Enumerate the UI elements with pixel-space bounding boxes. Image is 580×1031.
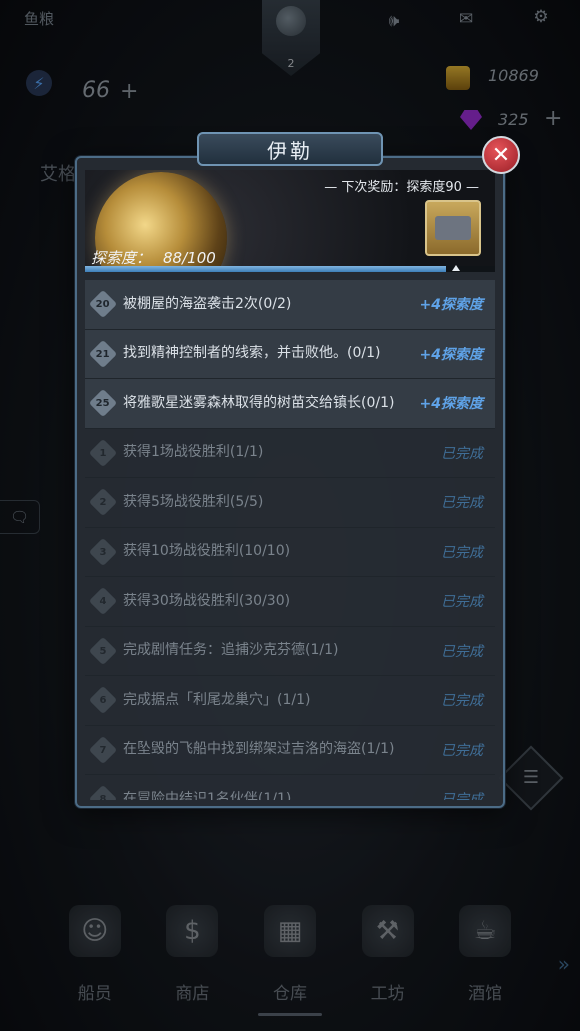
task-number-badge: 21 [88, 339, 118, 368]
task-list[interactable]: 20 被棚屋的海盗袭击2次(0/2) +4探索度 21 找到精神控制者的线索，并击败他。… [85, 280, 495, 800]
task-reward: 已完成 [441, 643, 483, 660]
task-number-badge: 8 [88, 785, 118, 800]
task-row[interactable]: 8 在冒险中结识1名伙伴(1/1) 已完成 [85, 775, 495, 800]
task-number-badge: 6 [88, 686, 118, 715]
task-number-badge: 20 [88, 290, 118, 319]
task-number-badge: 25 [88, 389, 118, 418]
task-number: 7 [99, 744, 107, 756]
task-description: 获得30场战役胜利(30/30) [123, 592, 291, 609]
close-button[interactable]: ✕ [482, 136, 520, 174]
task-reward: 已完成 [441, 693, 483, 710]
task-row[interactable]: 20 被棚屋的海盗袭击2次(0/2) +4探索度 [85, 280, 495, 330]
task-reward: 已完成 [441, 742, 483, 759]
task-reward: 已完成 [441, 495, 483, 512]
task-reward: +4探索度 [419, 297, 483, 314]
task-number-badge: 2 [88, 488, 118, 517]
exploration-progress-bar [85, 266, 495, 272]
exploration-progress-fill [85, 266, 446, 272]
exploration-value: 88/100 [163, 249, 216, 267]
task-row[interactable]: 21 找到精神控制者的线索，并击败他。(0/1) +4探索度 [85, 329, 495, 379]
task-reward: 已完成 [441, 544, 483, 561]
close-icon: ✕ [491, 142, 511, 168]
task-description: 获得1场战役胜利(1/1) [123, 444, 264, 461]
next-reward-marker [452, 265, 460, 271]
task-description: 完成据点「利尾龙巢穴」(1/1) [123, 691, 311, 708]
task-description: 获得5场战役胜利(5/5) [123, 493, 264, 510]
task-number: 5 [99, 645, 107, 657]
task-number: 21 [96, 348, 110, 360]
task-number: 8 [99, 793, 107, 800]
task-number: 2 [99, 496, 107, 508]
task-number: 1 [99, 447, 107, 459]
next-reward-label: — 下次奖励：探索度90 — [324, 180, 479, 195]
task-reward: 已完成 [441, 445, 483, 462]
task-description: 完成剧情任务：追捕沙克芬德(1/1) [123, 642, 339, 659]
exploration-label: 探索度： [91, 249, 152, 267]
modal-title: 伊勒 [197, 132, 383, 166]
task-number-badge: 7 [88, 735, 118, 764]
task-number: 20 [96, 298, 110, 310]
task-number-badge: 1 [88, 438, 118, 467]
task-row[interactable]: 2 获得5场战役胜利(5/5) 已完成 [85, 478, 495, 528]
task-reward: 已完成 [441, 594, 483, 611]
reward-chest-icon[interactable] [425, 200, 481, 256]
task-reward: 已完成 [441, 789, 483, 800]
task-number: 3 [99, 546, 107, 558]
task-description: 在冒险中结识1名伙伴(1/1) [123, 790, 292, 800]
task-row[interactable]: 7 在坠毁的飞船中找到绑架过吉洛的海盗(1/1) 已完成 [85, 726, 495, 775]
task-number-badge: 3 [88, 537, 118, 566]
task-description: 找到精神控制者的线索，并击败他。(0/1) [123, 345, 381, 362]
planet-banner: — 下次奖励：探索度90 — 探索度： 88/100 [85, 170, 495, 272]
task-number: 4 [99, 595, 107, 607]
task-number-badge: 4 [88, 587, 118, 616]
task-description: 将雅歌星迷雾森林取得的树苗交给镇长(0/1) [123, 394, 395, 411]
task-description: 在坠毁的飞船中找到绑架过吉洛的海盗(1/1) [123, 741, 395, 758]
task-reward: +4探索度 [419, 396, 483, 413]
task-row[interactable]: 5 完成剧情任务：追捕沙克芬德(1/1) 已完成 [85, 627, 495, 676]
task-row[interactable]: 25 将雅歌星迷雾森林取得的树苗交给镇长(0/1) +4探索度 [85, 379, 495, 429]
task-description: 获得10场战役胜利(10/10) [123, 543, 291, 560]
task-description: 被棚屋的海盗袭击2次(0/2) [123, 295, 292, 312]
task-reward: +4探索度 [419, 346, 483, 363]
task-number-badge: 5 [88, 636, 118, 665]
task-row[interactable]: 6 完成据点「利尾龙巢穴」(1/1) 已完成 [85, 676, 495, 726]
task-row[interactable]: 3 获得10场战役胜利(10/10) 已完成 [85, 528, 495, 577]
task-number: 6 [99, 694, 107, 706]
exploration-progress-label: 探索度： 88/100 [91, 247, 216, 268]
task-row[interactable]: 1 获得1场战役胜利(1/1) 已完成 [85, 429, 495, 478]
task-number: 25 [96, 397, 110, 409]
task-row[interactable]: 4 获得30场战役胜利(30/30) 已完成 [85, 577, 495, 627]
